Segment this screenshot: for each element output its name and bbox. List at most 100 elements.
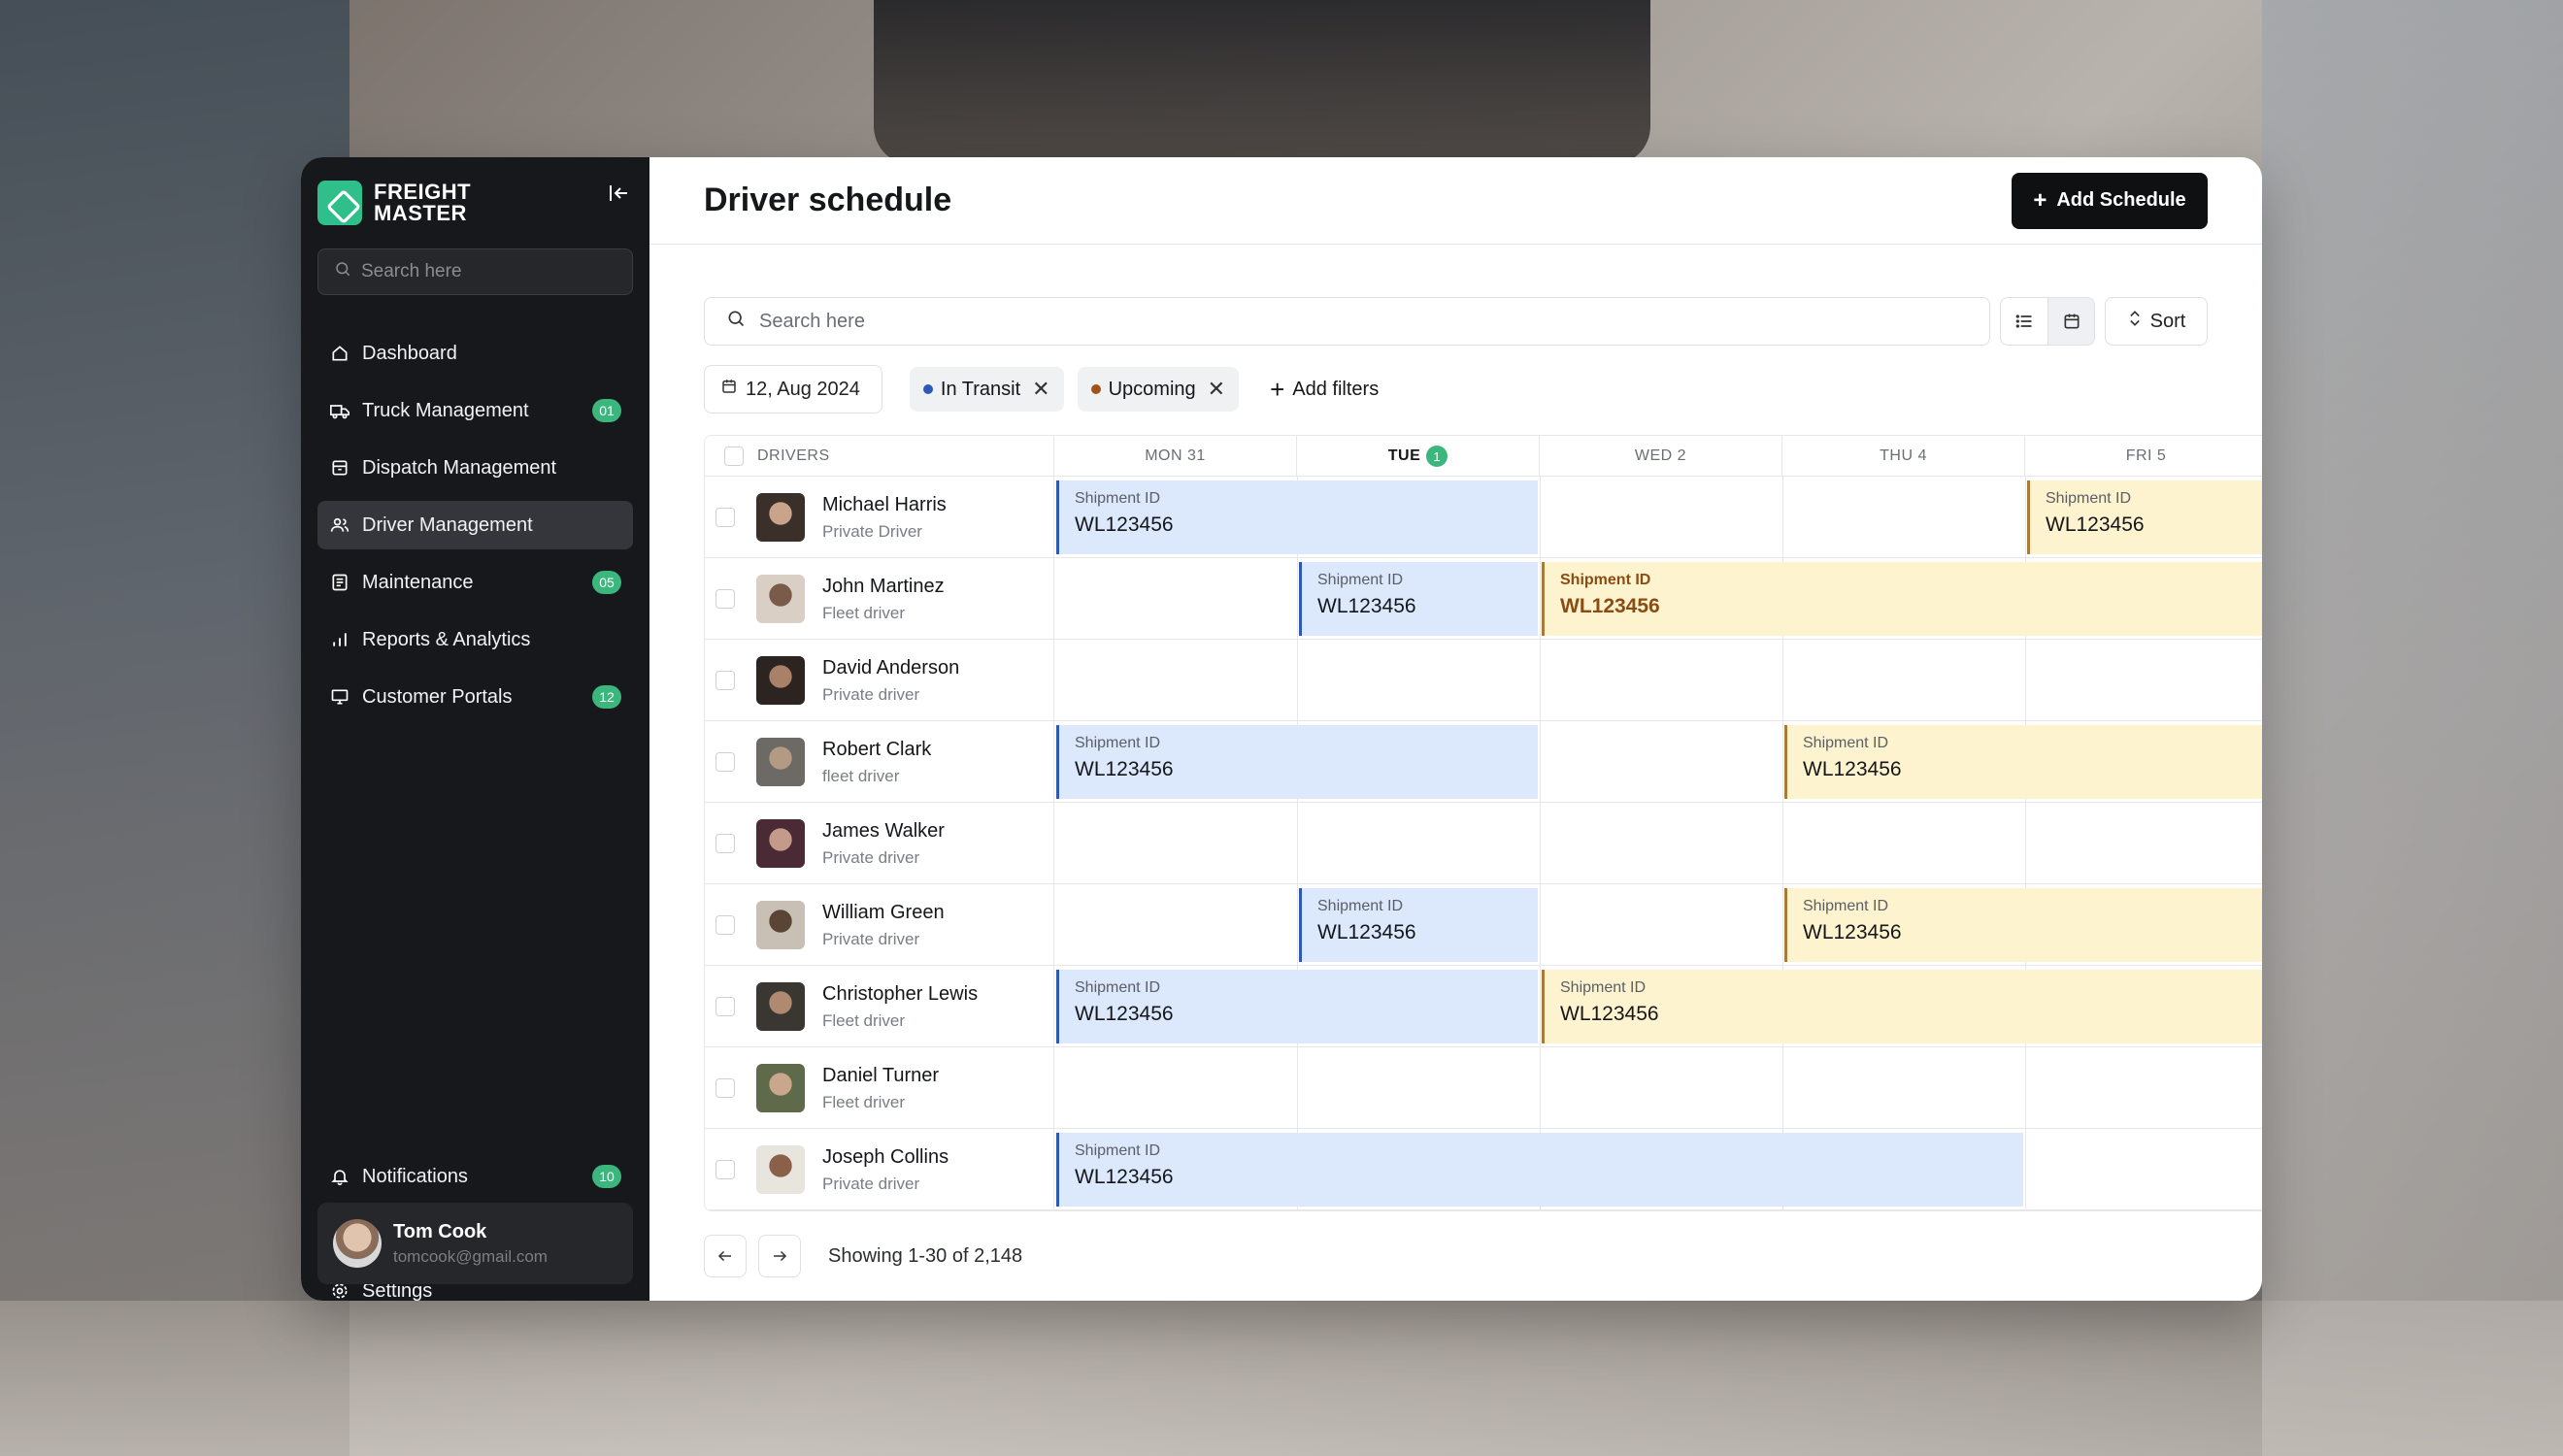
sidebar-item-label: Maintenance <box>362 571 474 593</box>
grid-line <box>2025 1129 2026 1210</box>
prev-page-button[interactable] <box>704 1235 747 1277</box>
count-badge: 01 <box>592 399 621 422</box>
user-name: Tom Cook <box>393 1220 487 1242</box>
shipment-block[interactable]: Shipment ID WL123456 <box>1784 725 2262 799</box>
driver-name[interactable]: James Walker <box>822 820 945 843</box>
avatar <box>756 982 805 1031</box>
filter-chip-in-transit[interactable]: In Transit ✕ <box>909 367 1064 412</box>
driver-name[interactable]: Michael Harris <box>822 494 947 516</box>
row-checkbox[interactable] <box>716 834 735 853</box>
row-checkbox[interactable] <box>716 915 735 935</box>
row-checkbox[interactable] <box>716 752 735 772</box>
sort-button[interactable]: Sort <box>2105 297 2208 346</box>
add-schedule-button[interactable]: + Add Schedule <box>2012 172 2208 229</box>
shipment-block[interactable]: Shipment ID WL123456 <box>1542 970 2262 1043</box>
shipment-block[interactable]: Shipment ID WL123456 <box>1299 562 1538 636</box>
status-dot <box>1090 384 1101 394</box>
add-filters-button[interactable]: + Add filters <box>1270 375 1379 405</box>
shipment-block[interactable]: Shipment ID WL123456 <box>1784 888 2262 962</box>
schedule-search-input[interactable]: Search here <box>704 297 1990 346</box>
shipment-block[interactable]: Shipment ID WL123456 <box>1056 1133 2023 1207</box>
grid-line <box>1540 721 1541 803</box>
sidebar-item-notifications[interactable]: Notifications 10 <box>317 1152 633 1201</box>
row-checkbox[interactable] <box>716 508 735 527</box>
schedule-grid: DRIVERS MON 31 TUE 1 WED 2 THU 4 FRI 5 Michael… <box>704 435 2262 1211</box>
grid-line <box>1540 1047 1541 1129</box>
monitor-icon <box>329 686 350 708</box>
count-badge: 12 <box>592 685 621 709</box>
user-profile-card[interactable]: Tom Cook tomcook@gmail.com <box>317 1203 633 1284</box>
day-column-header: WED 2 <box>1540 436 1782 477</box>
list-view-icon[interactable] <box>2001 298 2047 345</box>
driver-name[interactable]: Christopher Lewis <box>822 983 978 1006</box>
grid-line <box>1297 1047 1298 1129</box>
brand[interactable]: FREIGHT MASTER <box>317 179 633 227</box>
driver-type: Fleet driver <box>822 1092 906 1111</box>
shipment-block[interactable]: Shipment ID WL123456 <box>1056 725 1538 799</box>
sidebar-search-input[interactable]: Search here <box>317 248 633 295</box>
sidebar-item-customer-portals[interactable]: Customer Portals 12 <box>317 673 633 721</box>
box-icon <box>329 457 350 479</box>
driver-name[interactable]: Daniel Turner <box>822 1065 939 1087</box>
sidebar-item-driver-management[interactable]: Driver Management <box>317 501 633 549</box>
driver-type: Fleet driver <box>822 1010 906 1030</box>
table-row: Joseph Collins Private driver Shipment ID W… <box>705 1129 2262 1210</box>
close-icon[interactable]: ✕ <box>1032 377 1049 402</box>
table-row: Michael Harris Private Driver Shipment ID W… <box>705 477 2262 558</box>
sidebar-item-dispatch-management[interactable]: Dispatch Management <box>317 444 633 492</box>
search-icon <box>334 260 351 283</box>
driver-name[interactable]: Joseph Collins <box>822 1146 949 1169</box>
grid-line <box>2025 477 2026 558</box>
grid-line <box>1297 558 1298 640</box>
close-icon[interactable]: ✕ <box>1208 377 1225 402</box>
sidebar-nav: Dashboard Truck Management 01 Dispatch Mana… <box>317 329 633 721</box>
row-checkbox[interactable] <box>716 1160 735 1179</box>
pagination-text: Showing 1-30 of 2,148 <box>828 1244 1023 1267</box>
day-label: FRI 5 <box>2125 447 2167 464</box>
select-all-checkbox[interactable] <box>724 447 744 466</box>
arrow-left-icon <box>717 1250 731 1262</box>
sidebar-item-truck-management[interactable]: Truck Management 01 <box>317 386 633 435</box>
shipment-block[interactable]: Shipment ID WL123456 <box>2027 480 2262 554</box>
row-checkbox[interactable] <box>716 1078 735 1098</box>
arrow-right-icon <box>774 1250 787 1262</box>
shipment-id: WL123456 <box>1075 758 1174 780</box>
shipment-block[interactable]: Shipment ID WL123456 <box>1299 888 1538 962</box>
row-checkbox[interactable] <box>716 997 735 1016</box>
date-picker-button[interactable]: 12, Aug 2024 <box>704 365 882 414</box>
page-title: Driver schedule <box>704 182 952 218</box>
table-row: William Green Private driver Shipment ID WL… <box>705 884 2262 966</box>
date-label: 12, Aug 2024 <box>746 378 860 400</box>
sidebar-item-label: Truck Management <box>362 399 529 421</box>
driver-name[interactable]: David Anderson <box>822 657 959 679</box>
count-badge: 10 <box>592 1165 621 1188</box>
next-page-button[interactable] <box>758 1235 801 1277</box>
sidebar-item-reports-and-analytics[interactable]: Reports & Analytics <box>317 615 633 664</box>
users-icon <box>329 514 350 536</box>
row-checkbox[interactable] <box>716 589 735 609</box>
table-row: Robert Clark fleet driver Shipment ID WL123… <box>705 721 2262 803</box>
shipment-label: Shipment ID <box>1075 1142 1161 1159</box>
avatar <box>756 493 805 542</box>
shipment-block[interactable]: Shipment ID WL123456 <box>1542 562 2262 636</box>
calendar-view-icon[interactable] <box>2047 298 2094 345</box>
row-checkbox[interactable] <box>716 671 735 690</box>
driver-name[interactable]: Robert Clark <box>822 739 931 761</box>
table-row: Christopher Lewis Fleet driver Shipment ID… <box>705 966 2262 1047</box>
avatar <box>756 819 805 868</box>
shipment-block[interactable]: Shipment ID WL123456 <box>1056 970 1538 1043</box>
drivers-header-label: DRIVERS <box>757 447 830 464</box>
sidebar: FREIGHT MASTER Search here Dashboard Truc… <box>301 157 649 1301</box>
filter-chip-upcoming[interactable]: Upcoming ✕ <box>1077 367 1240 412</box>
shipment-block[interactable]: Shipment ID WL123456 <box>1056 480 1538 554</box>
driver-name[interactable]: John Martinez <box>822 576 945 598</box>
driver-name[interactable]: William Green <box>822 902 945 924</box>
grid-line <box>1540 884 1541 966</box>
collapse-sidebar-icon[interactable] <box>604 179 633 208</box>
sidebar-item-dashboard[interactable]: Dashboard <box>317 329 633 378</box>
brand-name: FREIGHT MASTER <box>374 180 472 225</box>
day-column-header: THU 4 <box>1782 436 2025 477</box>
table-row: John Martinez Fleet driver Shipment ID WL12… <box>705 558 2262 640</box>
sidebar-item-maintenance[interactable]: Maintenance 05 <box>317 558 633 607</box>
shipment-label: Shipment ID <box>1803 898 1889 914</box>
